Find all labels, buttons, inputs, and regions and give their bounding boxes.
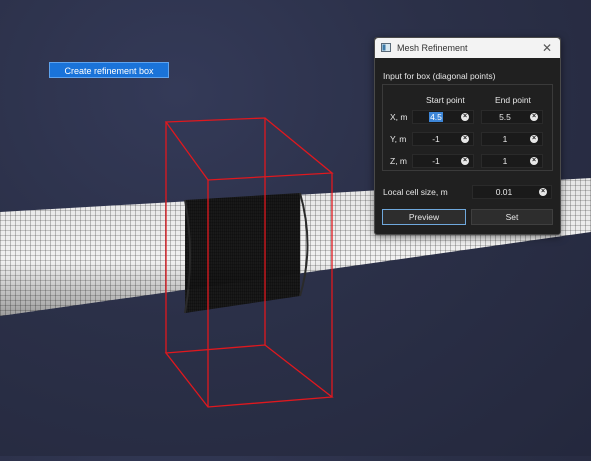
x-end-field[interactable]: 5.5 × — [481, 110, 543, 124]
z-start-field[interactable]: -1 × — [412, 154, 474, 168]
z-end-field[interactable]: 1 × — [481, 154, 543, 168]
clear-icon[interactable]: × — [461, 113, 469, 121]
set-button[interactable]: Set — [471, 209, 553, 225]
box-input-label: Input for box (diagonal points) — [383, 71, 495, 81]
clear-icon[interactable]: × — [530, 157, 538, 165]
close-icon[interactable]: ✕ — [540, 41, 554, 55]
x-start-value: 4.5 — [429, 112, 443, 122]
y-end-field[interactable]: 1 × — [481, 132, 543, 146]
clear-icon[interactable]: × — [461, 157, 469, 165]
mesh-refinement-dialog: Mesh Refinement ✕ Input for box (diagona… — [374, 37, 561, 235]
dialog-title: Mesh Refinement — [397, 38, 468, 58]
x-row-label: X, m — [390, 112, 407, 122]
end-point-header: End point — [495, 95, 531, 105]
y-end-value: 1 — [482, 133, 528, 145]
clear-icon[interactable]: × — [539, 188, 547, 196]
y-row-label: Y, m — [390, 134, 406, 144]
app-window-icon — [381, 43, 391, 52]
z-end-value: 1 — [482, 155, 528, 167]
local-cell-size-label: Local cell size, m — [383, 187, 448, 197]
preview-button[interactable]: Preview — [382, 209, 466, 225]
clear-icon[interactable]: × — [461, 135, 469, 143]
x-start-field[interactable]: 4.5 × — [412, 110, 474, 124]
z-start-value: -1 — [413, 155, 459, 167]
local-cell-size-field[interactable]: 0.01 × — [472, 185, 552, 199]
x-end-value: 5.5 — [482, 111, 528, 123]
y-start-field[interactable]: -1 × — [412, 132, 474, 146]
clear-icon[interactable]: × — [530, 135, 538, 143]
y-start-value: -1 — [413, 133, 459, 145]
dialog-titlebar: Mesh Refinement ✕ — [375, 38, 560, 58]
local-cell-size-value: 0.01 — [473, 186, 535, 198]
z-row-label: Z, m — [390, 156, 407, 166]
start-point-header: Start point — [426, 95, 465, 105]
clear-icon[interactable]: × — [530, 113, 538, 121]
create-refinement-box-button[interactable]: Create refinement box — [49, 62, 169, 78]
